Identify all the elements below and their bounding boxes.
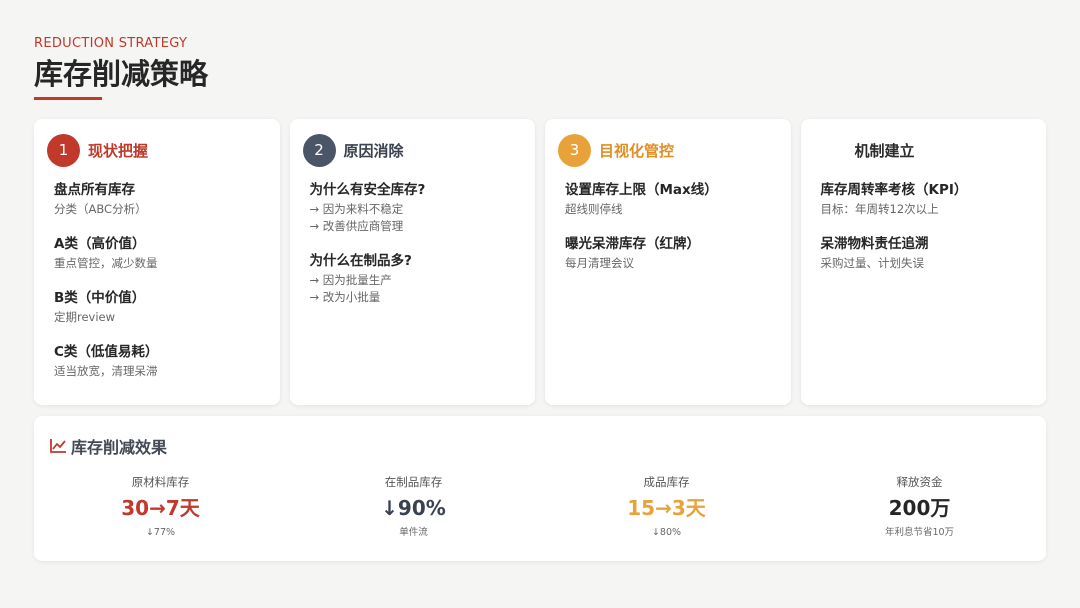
list-item: A类（高价值） 重点管控，减少数量 (54, 235, 262, 272)
card-title: 机制建立 (854, 141, 915, 160)
item-title: 设置库存上限（Max线） (565, 182, 718, 198)
metrics-row: 原材料库存 30→7天 ↓77% 在制品库存 ↓90% 单件流 成品库存 15→… (34, 474, 1046, 540)
strategy-cards: 1 现状把握 盘点所有库存 分类（ABC分析） A类（高价值） 重点管控，减少数… (34, 119, 1046, 405)
item-detail: → 因为批量生产 (309, 273, 392, 287)
list-item: 曝光呆滞库存（红牌） 每月清理会议 (565, 235, 773, 272)
metric-label: 释放资金 (896, 475, 943, 489)
card-header: 3 目视化管控 (558, 133, 773, 167)
card-title: 目视化管控 (599, 141, 675, 160)
title-underline (34, 97, 102, 100)
page-header: REDUCTION STRATEGY 库存削减策略 (34, 36, 208, 100)
card-header: 2 原因消除 (302, 133, 518, 167)
strategy-card-1: 1 现状把握 盘点所有库存 分类（ABC分析） A类（高价值） 重点管控，减少数… (34, 119, 280, 405)
strategy-card-4: 机制建立 库存周转率考核（KPI） 目标：年周转12次以上 呆滞物料责任追溯 采… (800, 119, 1046, 405)
item-detail: → 因为来料不稳定 (309, 202, 404, 216)
item-detail: → 改善供应商管理 (309, 219, 404, 233)
metric-value: 30→7天 (121, 496, 200, 520)
item-detail: 采购过量、计划失误 (820, 256, 925, 270)
metric-label: 在制品库存 (384, 475, 443, 489)
results-title: 库存削减效果 (71, 438, 168, 457)
list-item: 库存周转率考核（KPI） 目标：年周转12次以上 (821, 181, 1029, 218)
item-title: 为什么在制品多? (309, 253, 412, 269)
metric-value: 15→3天 (627, 496, 706, 520)
metric-wip: 在制品库存 ↓90% 单件流 (287, 474, 540, 540)
metric-sub: 单件流 (399, 527, 428, 538)
card-header: 机制建立 (814, 133, 1029, 167)
metric-sub: ↓80% (651, 527, 682, 538)
results-header: 库存削减效果 (49, 434, 167, 458)
metric-sub: ↓77% (145, 527, 176, 538)
item-detail: 分类（ABC分析） (54, 202, 147, 216)
item-detail: 重点管控，减少数量 (54, 256, 158, 270)
step-number-badge (814, 134, 847, 167)
list-item: 为什么在制品多? → 因为批量生产 → 改为小批量 (310, 252, 518, 306)
strategy-card-2: 2 原因消除 为什么有安全库存? → 因为来料不稳定 → 改善供应商管理 为什么… (289, 119, 535, 405)
metric-released-capital: 释放资金 200万 年利息节省10万 (793, 474, 1046, 540)
eyebrow-label: REDUCTION STRATEGY (34, 36, 188, 51)
item-detail: 每月清理会议 (565, 256, 634, 270)
results-panel: 库存削减效果 原材料库存 30→7天 ↓77% 在制品库存 ↓90% 单件流 成… (34, 416, 1046, 561)
item-title: 为什么有安全库存? (309, 182, 426, 198)
step-number-badge: 3 (558, 133, 591, 167)
step-number-badge: 2 (302, 133, 336, 167)
card-title: 现状把握 (88, 141, 149, 160)
metric-value: 200万 (888, 496, 951, 520)
item-title: 盘点所有库存 (54, 182, 135, 198)
card-title: 原因消除 (343, 141, 404, 160)
item-detail: 适当放宽，清理呆滞 (54, 364, 158, 378)
item-title: 曝光呆滞库存（红牌） (565, 236, 700, 252)
list-item: 为什么有安全库存? → 因为来料不稳定 → 改善供应商管理 (310, 181, 518, 235)
list-item: B类（中价值） 定期review (54, 289, 262, 326)
item-detail: → 改为小批量 (309, 290, 381, 304)
item-detail: 超线则停线 (565, 202, 623, 216)
metric-label: 原材料库存 (131, 475, 190, 489)
item-title: B类（中价值） (54, 290, 146, 306)
metric-value: ↓90% (381, 496, 446, 520)
item-detail: 定期review (54, 310, 116, 324)
metric-label: 成品库存 (643, 475, 690, 489)
item-title: A类（高价值） (54, 236, 146, 252)
list-item: C类（低值易耗） 适当放宽，清理呆滞 (54, 343, 262, 380)
item-title: 库存周转率考核（KPI） (820, 182, 968, 198)
item-title: C类（低值易耗） (54, 344, 159, 360)
page-title: 库存削减策略 (34, 57, 209, 91)
item-detail: 目标：年周转12次以上 (820, 202, 939, 216)
item-title: 呆滞物料责任追溯 (820, 236, 929, 252)
line-chart-icon (49, 438, 67, 454)
strategy-card-3: 3 目视化管控 设置库存上限（Max线） 超线则停线 曝光呆滞库存（红牌） 每月… (545, 119, 791, 405)
list-item: 设置库存上限（Max线） 超线则停线 (565, 181, 773, 218)
list-item: 呆滞物料责任追溯 采购过量、计划失误 (821, 235, 1029, 272)
list-item: 盘点所有库存 分类（ABC分析） (54, 181, 262, 218)
metric-raw-material: 原材料库存 30→7天 ↓77% (34, 474, 287, 540)
step-number-badge: 1 (47, 133, 80, 167)
card-header: 1 现状把握 (47, 133, 262, 167)
metric-finished-goods: 成品库存 15→3天 ↓80% (540, 474, 793, 540)
metric-sub: 年利息节省10万 (884, 527, 955, 538)
